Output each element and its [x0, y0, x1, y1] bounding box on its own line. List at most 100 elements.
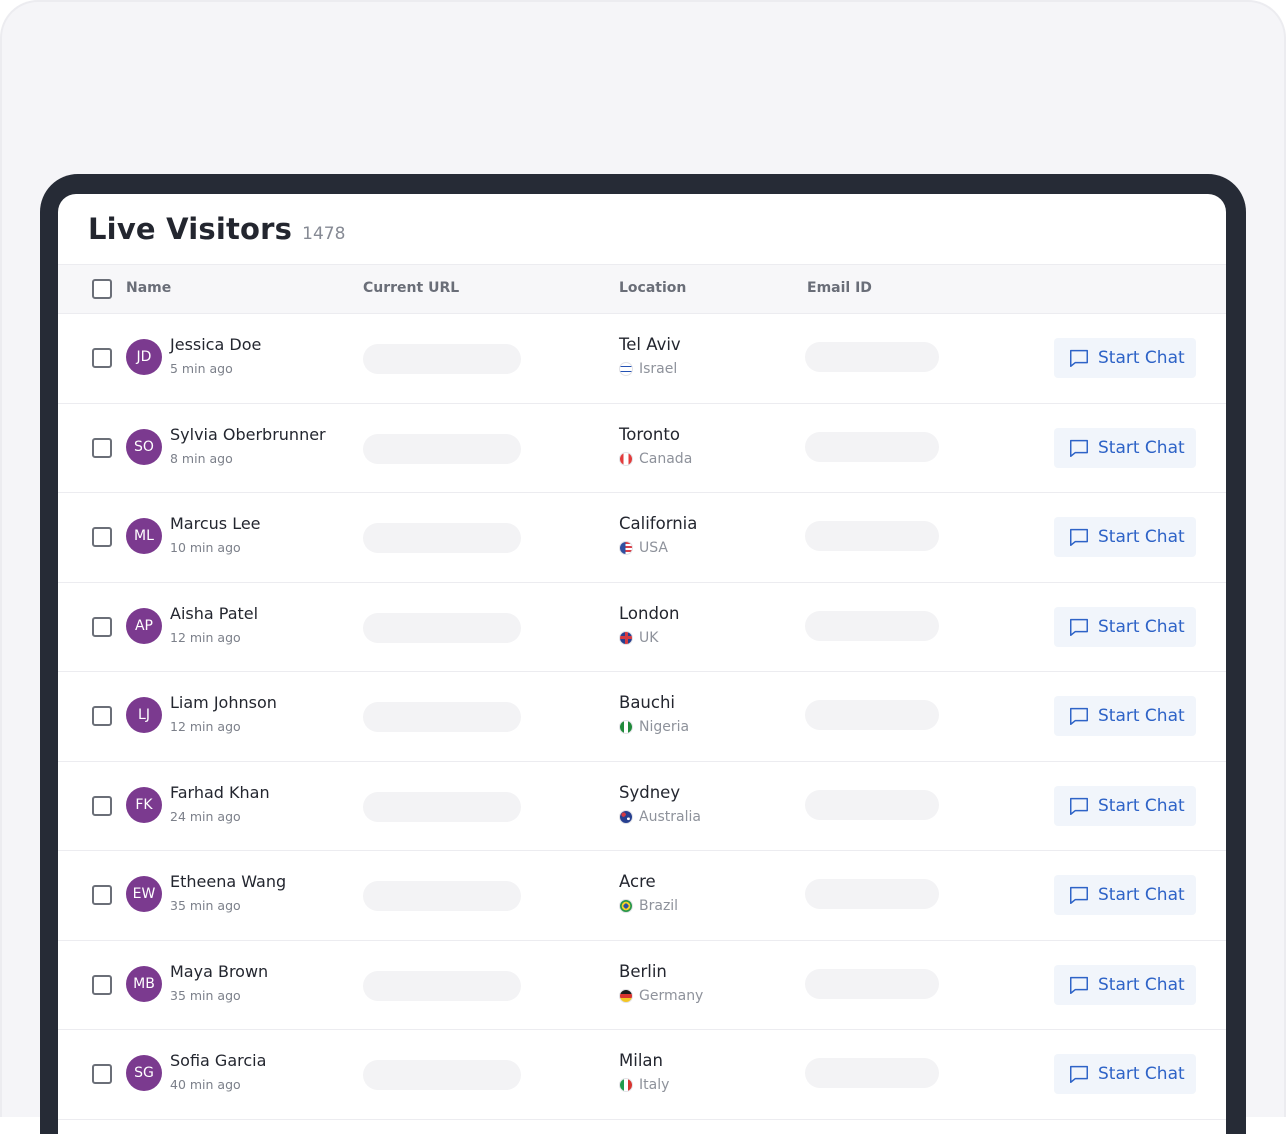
- table-row: JD Jessica Doe 5 min ago Tel Aviv Israel…: [58, 314, 1226, 404]
- visitor-time: 35 min ago: [170, 898, 241, 913]
- url-placeholder: [363, 523, 521, 553]
- start-chat-button[interactable]: Start Chat: [1054, 875, 1196, 915]
- brazil-flag-icon: [619, 899, 633, 913]
- country-label: Canada: [639, 450, 693, 467]
- chat-bubble-icon: [1070, 707, 1088, 725]
- visitor-city: California: [619, 514, 698, 533]
- visitor-time: 24 min ago: [170, 808, 241, 824]
- country-label: Germany: [639, 987, 704, 1004]
- table-row: MB Maya Brown 35 min ago Berlin Germany …: [58, 941, 1226, 1030]
- row-checkbox[interactable]: [92, 527, 112, 547]
- nigeria-flag-icon: [619, 720, 633, 734]
- uk-flag-icon: [619, 630, 633, 645]
- start-chat-button[interactable]: Start Chat: [1054, 427, 1196, 468]
- start-chat-button[interactable]: Start Chat: [1054, 964, 1196, 1005]
- country-label: Nigeria: [639, 719, 690, 735]
- table-row: FK Farhad Khan 24 min ago Sydney Austral…: [58, 762, 1226, 851]
- start-chat-label: Start Chat: [1098, 437, 1185, 458]
- visitor-time: 5 min ago: [170, 361, 233, 376]
- row-checkbox[interactable]: [92, 348, 112, 368]
- start-chat-label: Start Chat: [1098, 527, 1185, 547]
- country-label: Brazil: [639, 898, 679, 914]
- row-checkbox[interactable]: [92, 437, 112, 458]
- email-placeholder: [805, 521, 939, 551]
- avatar: JD: [126, 339, 162, 375]
- italy-flag-icon: [619, 1078, 633, 1092]
- table-row: SG Sofia Garcia 40 min ago Milan Italy S…: [58, 1030, 1226, 1120]
- start-chat-label: Start Chat: [1098, 616, 1185, 637]
- row-checkbox[interactable]: [92, 706, 112, 726]
- email-placeholder: [805, 610, 939, 641]
- visitor-name: Sylvia Oberbrunner: [170, 424, 326, 444]
- start-chat-button[interactable]: Start Chat: [1054, 606, 1196, 647]
- url-placeholder: [363, 433, 521, 464]
- table-row: SO Sylvia Oberbrunner 8 min ago Toronto …: [58, 404, 1226, 493]
- visitor-country: Canada: [619, 451, 692, 467]
- row-checkbox[interactable]: [92, 616, 112, 637]
- table-row: LJ Liam Johnson 12 min ago Bauchi Nigeri…: [58, 672, 1226, 762]
- visitor-count: 1478: [302, 224, 346, 244]
- start-chat-label: Start Chat: [1098, 1064, 1185, 1084]
- email-placeholder: [805, 879, 939, 909]
- visitor-city: Tel Aviv: [619, 335, 681, 354]
- column-header-name: Name: [126, 280, 172, 296]
- germany-flag-icon: [619, 988, 633, 1003]
- country-label: Italy: [639, 1077, 670, 1093]
- visitor-country: USA: [619, 540, 668, 556]
- visitor-country: Nigeria: [619, 719, 689, 735]
- url-placeholder: [363, 1060, 521, 1090]
- table-row: ML Marcus Lee 10 min ago California USA …: [58, 493, 1226, 583]
- url-placeholder: [363, 612, 521, 643]
- chat-bubble-icon: [1070, 618, 1088, 636]
- visitor-country: Germany: [619, 988, 703, 1004]
- visitor-name: Sofia Garcia: [170, 1051, 267, 1070]
- row-checkbox[interactable]: [92, 885, 112, 905]
- visitor-name: Liam Johnson: [170, 693, 277, 712]
- row-checkbox[interactable]: [92, 795, 112, 816]
- avatar: SO: [126, 428, 162, 465]
- select-all-checkbox[interactable]: [92, 279, 112, 299]
- start-chat-button[interactable]: Start Chat: [1054, 696, 1196, 736]
- avatar: LJ: [126, 697, 162, 733]
- visitor-city: Berlin: [619, 961, 667, 981]
- country-label: Israel: [639, 361, 678, 377]
- chat-bubble-icon: [1070, 976, 1088, 994]
- url-placeholder: [363, 970, 521, 1001]
- visitor-country: Australia: [619, 809, 701, 825]
- visitor-time: 12 min ago: [170, 719, 241, 734]
- canada-flag-icon: [619, 451, 633, 466]
- start-chat-label: Start Chat: [1098, 348, 1185, 368]
- visitor-time: 35 min ago: [170, 987, 241, 1003]
- usa-flag-icon: [619, 541, 633, 555]
- visitor-city: Sydney: [619, 782, 681, 802]
- email-placeholder: [805, 1058, 939, 1088]
- visitor-city: London: [619, 603, 680, 623]
- chat-bubble-icon: [1070, 797, 1088, 815]
- row-checkbox[interactable]: [92, 1064, 112, 1084]
- chat-bubble-icon: [1070, 439, 1088, 457]
- avatar: ML: [126, 518, 162, 554]
- visitor-name: Farhad Khan: [170, 782, 270, 802]
- start-chat-button[interactable]: Start Chat: [1054, 785, 1196, 826]
- visitor-name: Marcus Lee: [170, 514, 261, 533]
- visitor-country: Italy: [619, 1077, 669, 1093]
- visitor-city: Milan: [619, 1051, 663, 1070]
- email-placeholder: [805, 431, 939, 462]
- visitor-country: Israel: [619, 361, 677, 377]
- visitor-city: Acre: [619, 872, 656, 891]
- country-label: Australia: [639, 808, 701, 825]
- visitor-time: 8 min ago: [170, 450, 233, 466]
- start-chat-label: Start Chat: [1098, 885, 1185, 905]
- avatar: MB: [126, 965, 162, 1002]
- email-placeholder: [805, 968, 939, 999]
- column-header-url: Current URL: [363, 280, 460, 296]
- row-checkbox[interactable]: [92, 974, 112, 995]
- start-chat-button[interactable]: Start Chat: [1054, 517, 1196, 557]
- visitor-time: 12 min ago: [170, 629, 241, 645]
- email-placeholder: [805, 342, 939, 372]
- israel-flag-icon: [619, 362, 633, 376]
- start-chat-button[interactable]: Start Chat: [1054, 338, 1196, 378]
- visitor-time: 10 min ago: [170, 540, 241, 555]
- visitor-city: Toronto: [619, 424, 680, 444]
- start-chat-button[interactable]: Start Chat: [1054, 1054, 1196, 1094]
